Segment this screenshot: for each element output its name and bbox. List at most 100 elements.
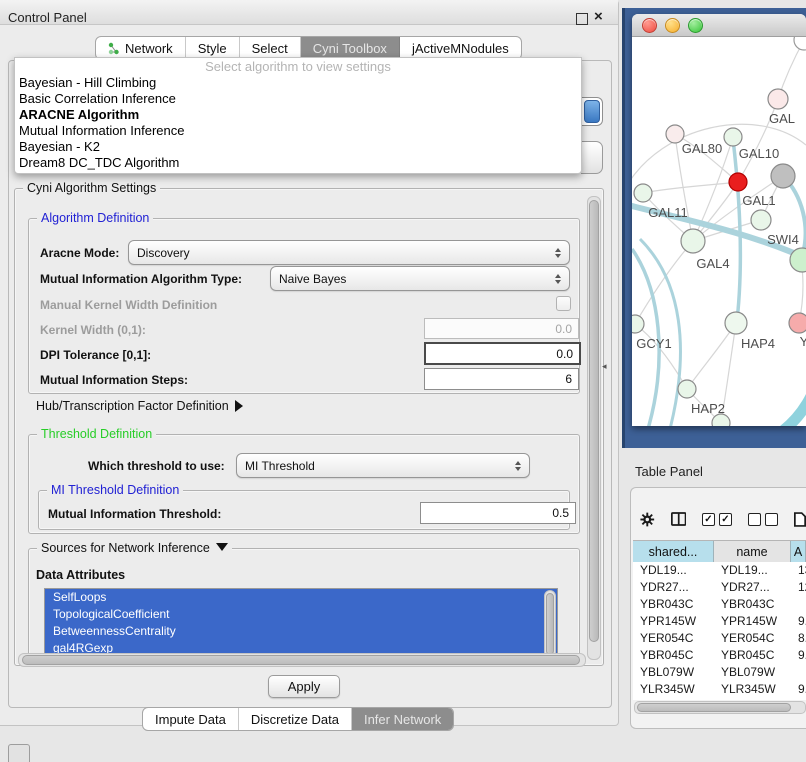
settings-vertical-scrollbar[interactable] <box>587 196 601 660</box>
table-horizontal-scrollbar-thumb[interactable] <box>637 703 791 712</box>
tab-style[interactable]: Style <box>186 37 240 59</box>
minimize-traffic-light-icon[interactable] <box>665 18 680 33</box>
columns-icon[interactable] <box>671 511 686 527</box>
deselect-all-columns-icon[interactable] <box>748 513 778 526</box>
table-cell: YBR043C <box>633 596 714 613</box>
manual-kernel-width-checkbox[interactable] <box>556 296 571 311</box>
tab-label: Select <box>252 41 288 56</box>
table-column-header[interactable]: name <box>714 541 791 563</box>
network-node[interactable] <box>725 312 747 334</box>
network-selector-combobox-partial[interactable] <box>581 141 603 174</box>
table-row[interactable]: YER054CYER054C8. <box>633 630 806 647</box>
network-edge[interactable] <box>635 241 693 324</box>
data-attribute-item[interactable]: SelfLoops <box>45 589 557 606</box>
tab-label: Style <box>198 41 227 56</box>
tab-impute-data[interactable]: Impute Data <box>143 708 239 730</box>
cyni-bottom-tabbar: Impute DataDiscretize DataInfer Network <box>142 707 454 731</box>
settings-horizontal-scrollbar[interactable] <box>18 653 586 667</box>
algorithm-option[interactable]: Mutual Information Inference <box>15 123 581 139</box>
tab-select[interactable]: Select <box>240 37 301 59</box>
manual-kernel-width-label: Manual Kernel Width Definition <box>40 298 217 312</box>
network-node[interactable] <box>794 37 806 50</box>
network-node[interactable] <box>751 210 771 230</box>
network-edge[interactable] <box>687 323 736 389</box>
select-all-columns-icon[interactable]: ✓✓ <box>702 513 732 526</box>
apply-button[interactable]: Apply <box>268 675 340 698</box>
table-row[interactable]: YBL079WYBL079W <box>633 664 806 681</box>
table-row[interactable]: YBR045CYBR045C9. <box>633 647 806 664</box>
document-icon[interactable] <box>794 511 806 528</box>
table-row[interactable]: YLR345WYLR345W9. <box>633 681 806 698</box>
table-row[interactable]: YPR145WYPR145W9. <box>633 613 806 630</box>
network-node[interactable] <box>632 315 644 333</box>
network-node[interactable] <box>789 313 806 333</box>
combobox-arrows-icon <box>555 274 561 284</box>
network-node[interactable] <box>678 380 696 398</box>
combobox-focus-button[interactable] <box>584 100 600 123</box>
tab-infer-network[interactable]: Infer Network <box>352 708 453 730</box>
tab-discretize-data[interactable]: Discretize Data <box>239 708 352 730</box>
dock-panel-mini-button[interactable] <box>8 744 30 762</box>
kernel-width-field[interactable]: 0.0 <box>424 318 579 339</box>
zoom-traffic-light-icon[interactable] <box>688 18 703 33</box>
table-row[interactable]: YDL19...YDL19...13 <box>633 562 806 579</box>
table-cell: 13 <box>791 562 806 579</box>
data-attribute-item[interactable]: TopologicalCoefficient <box>45 606 557 623</box>
table-row[interactable]: YIL052CYIL052C9 <box>633 698 806 700</box>
mi-threshold-field[interactable]: 0.5 <box>420 502 576 524</box>
list-vertical-scrollbar[interactable] <box>544 590 556 658</box>
application-root: Control Panel × Network Style Select Cyni T… <box>0 0 806 762</box>
network-node[interactable] <box>768 89 788 109</box>
network-node[interactable] <box>724 128 742 146</box>
network-canvas[interactable]: GALGAL80GAL10GAL11GAL1SWI4GAL4GCY1HAP4YH… <box>632 37 806 426</box>
dpi-tolerance-field[interactable]: 0.0 <box>424 342 581 365</box>
control-panel-title: Control Panel <box>8 10 87 25</box>
table-row[interactable]: YBR043CYBR043C <box>633 596 806 613</box>
table-horizontal-scrollbar[interactable] <box>634 701 806 714</box>
gear-icon[interactable] <box>640 511 655 528</box>
data-attribute-item[interactable]: BetweennessCentrality <box>45 623 557 640</box>
table-cell: YDR27... <box>633 579 714 596</box>
network-edge[interactable] <box>640 239 680 426</box>
algorithm-option[interactable]: ARACNE Algorithm <box>15 107 581 123</box>
network-edge[interactable] <box>643 182 738 193</box>
aracne-mode-combobox[interactable]: Discovery <box>128 240 570 265</box>
tab-jactivemnodules[interactable]: jActiveMNodules <box>400 37 521 59</box>
network-node[interactable] <box>634 184 652 202</box>
panel-splitter-arrow-icon[interactable]: ◂ <box>602 361 607 372</box>
algorithm-option[interactable]: Basic Correlation Inference <box>15 91 581 107</box>
table-column-header[interactable]: A <box>791 541 806 563</box>
network-node[interactable] <box>729 173 747 191</box>
table-column-header[interactable]: shared... <box>633 541 714 563</box>
table-rows: YDL19...YDL19...13YDR27...YDR27...12YBR0… <box>633 562 806 700</box>
mi-algorithm-type-combobox[interactable]: Naive Bayes <box>270 266 570 291</box>
dpi-tolerance-label: DPI Tolerance [0,1]: <box>40 348 151 362</box>
which-threshold-combobox[interactable]: MI Threshold <box>236 453 530 478</box>
algorithm-option[interactable]: Bayesian - K2 <box>15 139 581 155</box>
tab-label: jActiveMNodules <box>412 41 509 56</box>
list-vertical-scrollbar-thumb[interactable] <box>546 593 554 655</box>
network-edge[interactable] <box>780 365 806 426</box>
cyni-algorithm-settings-title: Cyni Algorithm Settings <box>23 181 160 195</box>
close-icon[interactable]: × <box>594 8 603 25</box>
algorithm-option[interactable]: Dream8 DC_TDC Algorithm <box>15 155 581 171</box>
mi-steps-field[interactable]: 6 <box>424 368 579 390</box>
network-node-label: GAL80 <box>682 141 722 156</box>
float-window-icon[interactable] <box>576 13 588 25</box>
network-node[interactable] <box>771 164 795 188</box>
tab-cyni-toolbox[interactable]: Cyni Toolbox <box>301 37 400 59</box>
settings-vertical-scrollbar-thumb[interactable] <box>589 200 599 642</box>
close-traffic-light-icon[interactable] <box>642 18 657 33</box>
table-header-row: shared...nameA <box>633 540 806 564</box>
algorithm-option[interactable]: Bayesian - Hill Climbing <box>15 75 581 91</box>
table-cell <box>791 596 806 613</box>
hub-tf-definition-toggle[interactable]: Hub/Transcription Factor Definition <box>36 399 243 413</box>
kernel-width-label: Kernel Width (0,1): <box>40 323 146 337</box>
network-node[interactable] <box>681 229 705 253</box>
tab-network[interactable]: Network <box>96 37 186 59</box>
data-attributes-list[interactable]: SelfLoopsTopologicalCoefficientBetweenne… <box>44 588 558 660</box>
control-panel-titlebar <box>0 0 618 25</box>
table-row[interactable]: YDR27...YDR27...12 <box>633 579 806 596</box>
network-node-label: GAL1 <box>742 193 775 208</box>
settings-horizontal-scrollbar-thumb[interactable] <box>22 655 580 665</box>
